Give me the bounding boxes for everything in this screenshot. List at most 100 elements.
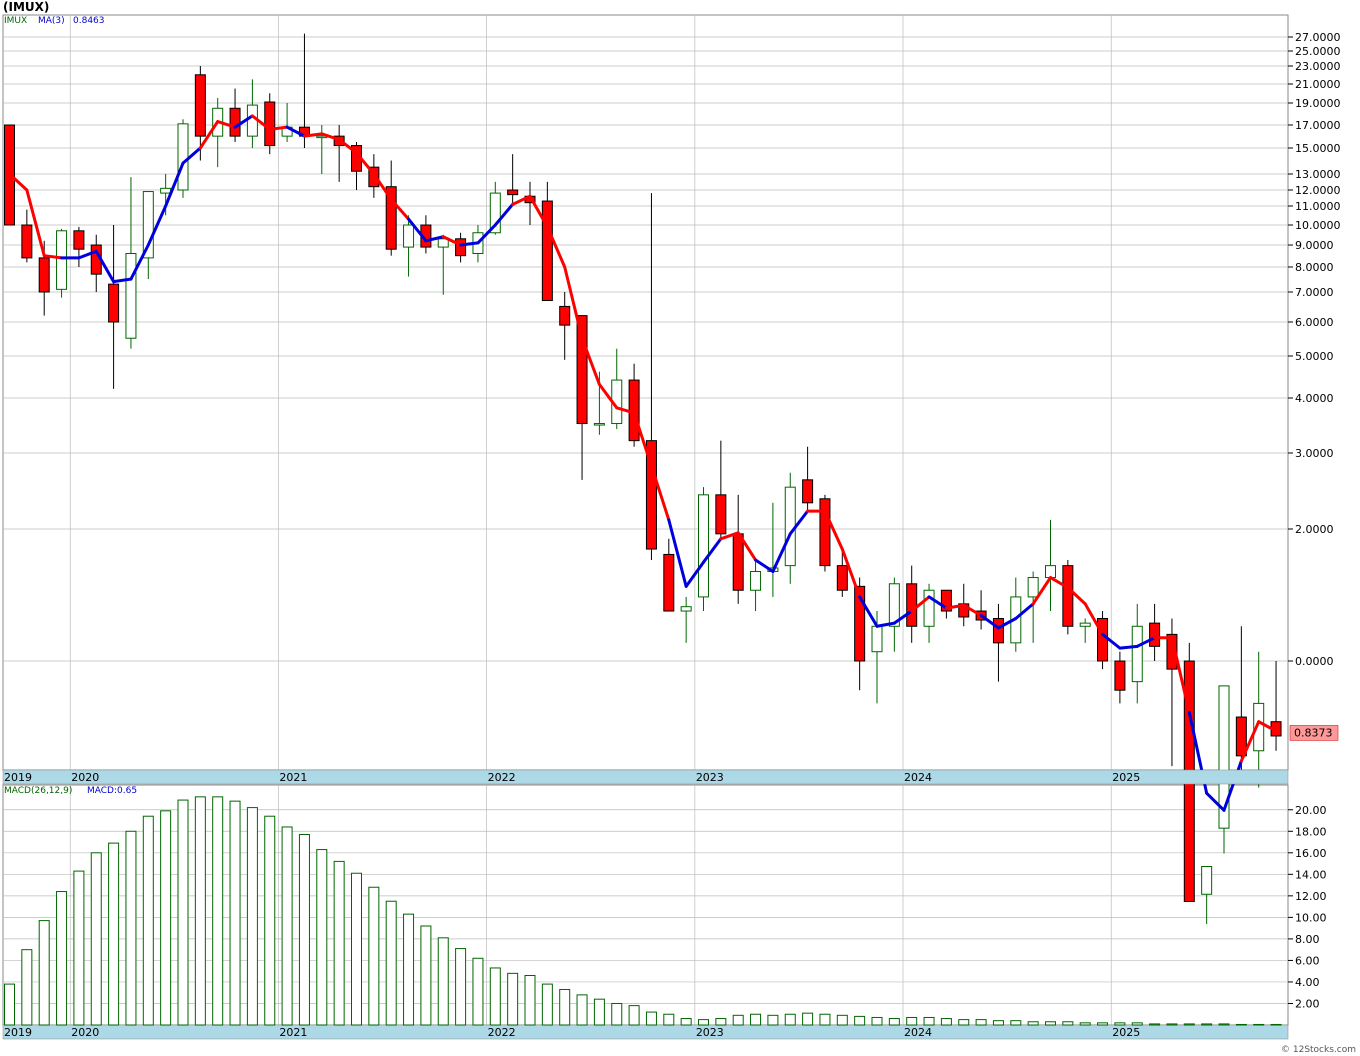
macd-bar xyxy=(1201,1023,1213,1026)
macd-bar xyxy=(403,913,415,1026)
candle-body xyxy=(715,494,727,535)
macd-bar xyxy=(698,1019,709,1026)
macd-bar xyxy=(524,974,536,1026)
macd-bar xyxy=(784,1013,796,1026)
candle-body xyxy=(264,101,276,147)
candle-body xyxy=(1062,565,1074,627)
macd-bar xyxy=(1166,1023,1178,1026)
candle xyxy=(1062,559,1074,635)
macd-y-tick-label: 2.00 xyxy=(1295,997,1320,1010)
macd-bar xyxy=(750,1013,762,1026)
macd-y-tick-label: 4.00 xyxy=(1295,976,1320,989)
macd-y-tick-label: 14.00 xyxy=(1295,868,1327,881)
candle-body xyxy=(784,486,796,567)
macd-x-tick-label: 2022 xyxy=(488,1026,516,1039)
macd-bar xyxy=(21,949,33,1026)
price-y-tick-label: 23.0000 xyxy=(1295,60,1341,73)
candle-body xyxy=(559,305,571,326)
macd-bar xyxy=(194,796,206,1026)
price-y-tick-label: 4.0000 xyxy=(1295,392,1334,405)
legend-macd-label: MACD(26,12,9) xyxy=(4,786,73,796)
ma-line-segment xyxy=(1118,644,1139,650)
candle-body xyxy=(455,238,467,257)
macd-bar xyxy=(489,967,501,1026)
candle-body xyxy=(160,187,172,194)
macd-bar xyxy=(472,957,484,1026)
candle-body xyxy=(246,104,258,137)
candle xyxy=(819,494,831,572)
price-x-tick-label: 2024 xyxy=(904,771,932,784)
candle-body xyxy=(125,252,137,339)
price-y-tick-label: 7.0000 xyxy=(1295,286,1334,299)
macd-y-tick-label: 8.00 xyxy=(1295,933,1320,946)
macd-bar xyxy=(732,1014,744,1026)
macd-bar xyxy=(437,937,449,1026)
candle-body xyxy=(698,494,709,598)
price-y-tick-label: 27.0000 xyxy=(1295,31,1341,44)
macd-x-tick-label: 2024 xyxy=(904,1026,932,1039)
macd-bar xyxy=(1149,1023,1161,1026)
price-y-tick-label: 5.0000 xyxy=(1295,350,1334,363)
macd-bar xyxy=(385,900,397,1026)
macd-bar xyxy=(628,1005,640,1026)
macd-bar xyxy=(455,948,467,1026)
macd-bar xyxy=(836,1014,848,1026)
candle xyxy=(1097,611,1109,670)
price-y-tick-label: 21.0000 xyxy=(1295,78,1341,91)
candle-body xyxy=(1149,622,1161,647)
candle-body xyxy=(836,565,848,591)
macd-bar xyxy=(802,1012,814,1026)
macd-x-tick-label: 2021 xyxy=(279,1026,307,1039)
price-y-tick-label: 0.0000 xyxy=(1295,655,1334,668)
candle-body xyxy=(541,200,553,302)
macd-bar xyxy=(975,1019,987,1026)
macd-bar xyxy=(212,796,224,1026)
price-y-tick-label: 2.0000 xyxy=(1295,523,1334,536)
footer-copyright: © 12Stocks.com xyxy=(1281,1045,1356,1055)
price-x-tick-label: 2023 xyxy=(696,771,724,784)
macd-bar xyxy=(351,872,362,1026)
price-x-tick-label: 2021 xyxy=(279,771,307,784)
macd-bar xyxy=(871,1016,883,1026)
macd-bar xyxy=(645,1011,657,1026)
macd-bar xyxy=(368,886,380,1026)
macd-bar xyxy=(593,998,605,1026)
price-y-tick-label: 25.0000 xyxy=(1295,45,1341,58)
macd-y-tick-label: 18.00 xyxy=(1295,825,1327,838)
macd-bar xyxy=(906,1016,918,1026)
macd-bar xyxy=(56,891,68,1026)
candle-body xyxy=(680,606,692,612)
macd-bar xyxy=(541,983,553,1026)
price-y-tick-label: 19.0000 xyxy=(1295,97,1341,110)
candle-body xyxy=(576,315,588,425)
macd-bar xyxy=(264,815,276,1026)
macd-bar xyxy=(1131,1022,1143,1026)
candle-body xyxy=(194,74,206,137)
macd-bar xyxy=(177,799,189,1026)
last-price-label: 0.8373 xyxy=(1294,726,1333,739)
macd-x-tick-label: 2023 xyxy=(696,1026,724,1039)
macd-bar xyxy=(73,870,85,1026)
macd-bar xyxy=(1235,1023,1247,1026)
candle-body xyxy=(108,283,120,323)
macd-bar xyxy=(1010,1020,1022,1026)
candle-body xyxy=(1201,866,1213,895)
candle-body xyxy=(21,224,33,259)
macd-bar xyxy=(854,1015,866,1026)
candle-body xyxy=(906,583,918,627)
ma-line-segment xyxy=(459,241,480,247)
candle xyxy=(56,228,68,298)
macd-y-tick-label: 10.00 xyxy=(1295,911,1327,924)
candle-body xyxy=(871,625,883,653)
macd-x-tick-label: 2025 xyxy=(1112,1026,1140,1039)
price-y-tick-label: 10.0000 xyxy=(1295,219,1341,232)
candle-body xyxy=(56,230,68,290)
candle-body xyxy=(403,224,415,248)
macd-y-tick-label: 16.00 xyxy=(1295,847,1327,860)
price-y-tick-label: 17.0000 xyxy=(1295,119,1341,132)
candle-body xyxy=(992,618,1004,644)
price-x-tick-label: 2019 xyxy=(4,771,32,784)
price-x-tick-label: 2025 xyxy=(1112,771,1140,784)
legend-ma-value: 0.8463 xyxy=(73,16,105,26)
candle-body xyxy=(1027,577,1039,598)
